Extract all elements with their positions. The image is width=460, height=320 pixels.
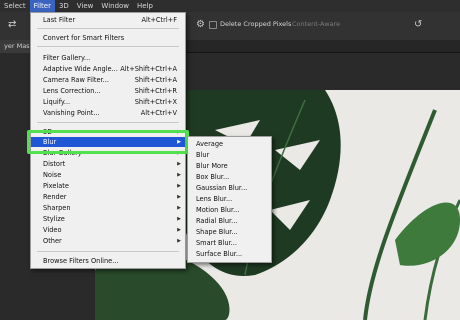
menu-separator xyxy=(37,46,179,47)
menu-item-distort[interactable]: Distort ▶ xyxy=(31,159,185,169)
menu-item-blur[interactable]: Blur ▶ xyxy=(31,137,185,147)
menu-item-render[interactable]: Render ▶ xyxy=(31,192,185,202)
menu-item-lens-correction[interactable]: Lens Correction... Shift+Ctrl+R xyxy=(31,86,185,96)
submenu-item-surface-blur[interactable]: Surface Blur... xyxy=(196,249,242,259)
menu-item-camera-raw-filter[interactable]: Camera Raw Filter... Shift+Ctrl+A xyxy=(31,75,185,85)
menu-item-liquify[interactable]: Liquify... Shift+Ctrl+X xyxy=(31,97,185,107)
submenu-arrow-icon: ▶ xyxy=(177,161,181,167)
menu-item-last-filter[interactable]: Last Filter Alt+Ctrl+F xyxy=(31,15,185,25)
delete-cropped-pixels-label: Delete Cropped Pixels xyxy=(220,20,292,28)
submenu-item-radial-blur[interactable]: Radial Blur... xyxy=(196,216,237,226)
menu-item-filter-gallery[interactable]: Filter Gallery... xyxy=(31,53,185,63)
content-aware-label: Content-Aware xyxy=(292,20,341,28)
submenu-item-motion-blur[interactable]: Motion Blur... xyxy=(196,205,239,215)
menu-window[interactable]: Window xyxy=(97,0,133,12)
menu-3d[interactable]: 3D xyxy=(55,0,73,12)
submenu-arrow-icon: ▶ xyxy=(177,227,181,233)
menu-item-stylize[interactable]: Stylize ▶ xyxy=(31,214,185,224)
submenu-arrow-icon: ▶ xyxy=(177,150,181,156)
menu-item-video[interactable]: Video ▶ xyxy=(31,225,185,235)
menu-item-browse-filters-online[interactable]: Browse Filters Online... xyxy=(31,256,185,266)
menu-item-3d[interactable]: 3D ▶ xyxy=(31,127,185,137)
submenu-arrow-icon: ▶ xyxy=(177,129,181,135)
menu-separator xyxy=(37,28,179,29)
menu-filter[interactable]: Filter xyxy=(29,0,55,12)
submenu-arrow-icon: ▶ xyxy=(177,194,181,200)
submenu-arrow-icon: ▶ xyxy=(177,205,181,211)
menu-separator xyxy=(37,251,179,252)
menu-view[interactable]: View xyxy=(73,0,98,12)
filter-menu: Last Filter Alt+Ctrl+F Convert for Smart… xyxy=(30,12,186,269)
submenu-arrow-icon: ▶ xyxy=(177,172,181,178)
submenu-item-lens-blur[interactable]: Lens Blur... xyxy=(196,194,232,204)
submenu-item-box-blur[interactable]: Box Blur... xyxy=(196,172,229,182)
reset-icon[interactable]: ↺ xyxy=(414,19,422,30)
submenu-arrow-icon: ▶ xyxy=(177,183,181,189)
submenu-item-shape-blur[interactable]: Shape Blur... xyxy=(196,227,238,237)
menu-select[interactable]: Select xyxy=(0,0,30,12)
menu-item-vanishing-point[interactable]: Vanishing Point... Alt+Ctrl+V xyxy=(31,108,185,118)
submenu-arrow-icon: ▶ xyxy=(177,139,181,145)
menu-item-other[interactable]: Other ▶ xyxy=(31,236,185,246)
submenu-item-average[interactable]: Average xyxy=(196,139,223,149)
menu-item-pixelate[interactable]: Pixelate ▶ xyxy=(31,181,185,191)
menu-item-adaptive-wide-angle[interactable]: Adaptive Wide Angle... Alt+Shift+Ctrl+A xyxy=(31,64,185,74)
settings-gear-icon[interactable]: ⚙ xyxy=(196,19,205,30)
menu-bar: Select Filter 3D View Window Help xyxy=(0,0,460,12)
submenu-arrow-icon: ▶ xyxy=(177,216,181,222)
menu-help[interactable]: Help xyxy=(133,0,157,12)
swap-icon[interactable]: ⇄ xyxy=(8,19,16,30)
menu-separator xyxy=(37,122,179,123)
delete-cropped-pixels-checkbox[interactable] xyxy=(209,21,217,29)
menu-item-convert-smart-filters[interactable]: Convert for Smart Filters xyxy=(31,33,185,43)
menu-item-noise[interactable]: Noise ▶ xyxy=(31,170,185,180)
menu-item-sharpen[interactable]: Sharpen ▶ xyxy=(31,203,185,213)
submenu-arrow-icon: ▶ xyxy=(177,238,181,244)
submenu-item-smart-blur[interactable]: Smart Blur... xyxy=(196,238,237,248)
menu-item-blur-gallery[interactable]: Blur Gallery ▶ xyxy=(31,148,185,158)
blur-submenu: Average Blur Blur More Box Blur... Gauss… xyxy=(187,136,272,263)
submenu-item-blur[interactable]: Blur xyxy=(196,150,209,160)
submenu-item-blur-more[interactable]: Blur More xyxy=(196,161,228,171)
submenu-item-gaussian-blur[interactable]: Gaussian Blur... xyxy=(196,183,247,193)
